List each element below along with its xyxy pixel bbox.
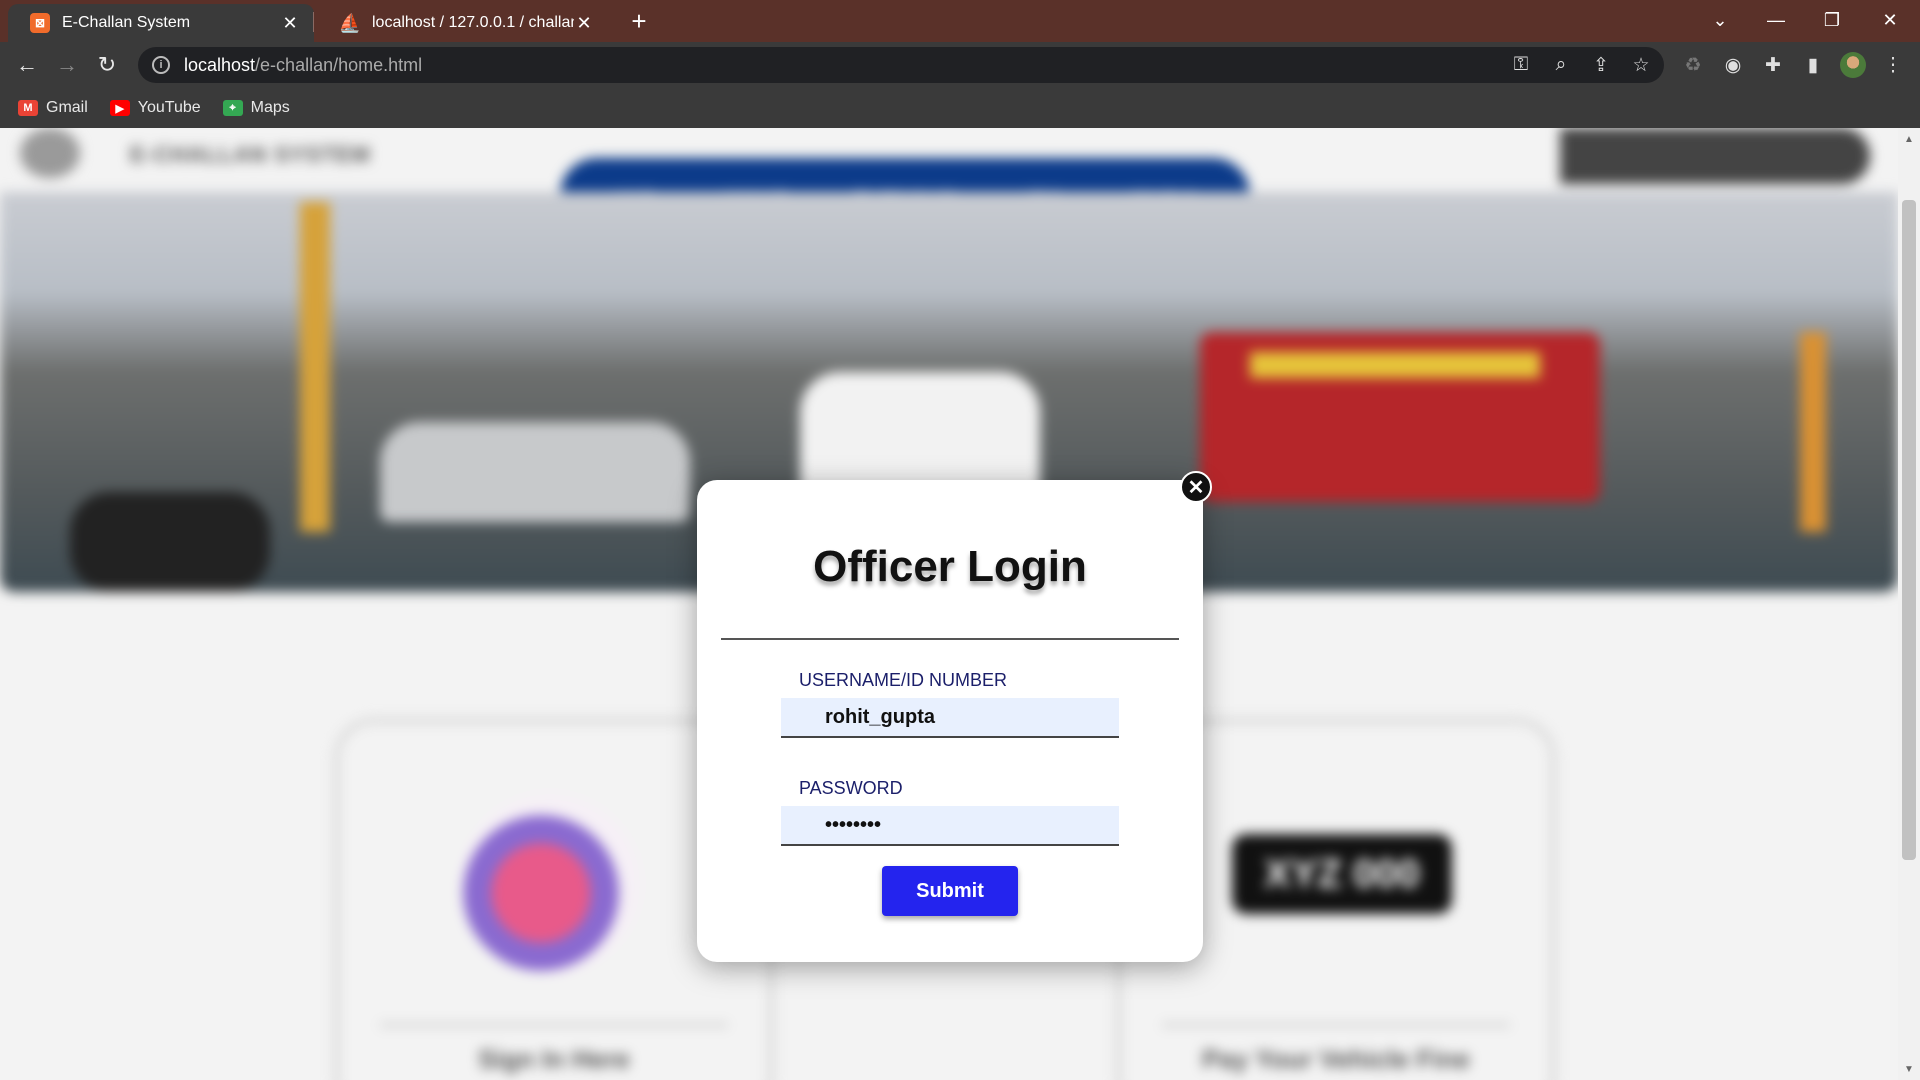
modal-close-icon[interactable]: ✕ bbox=[1180, 471, 1212, 503]
tab-search-icon[interactable]: ⌄ bbox=[1700, 0, 1740, 40]
submit-button[interactable]: Submit bbox=[882, 866, 1018, 916]
officer-login-modal: Officer Login USERNAME/ID NUMBER PASSWOR… bbox=[697, 480, 1203, 962]
tab-title: localhost / 127.0.0.1 / challan_db bbox=[372, 14, 574, 31]
modal-title: Officer Login bbox=[813, 542, 1087, 591]
card-label: Pay Your Vehicle Fine bbox=[1202, 1044, 1470, 1074]
bookmark-label: Maps bbox=[250, 99, 290, 116]
number-plate-illustration: XYZ 000 bbox=[1232, 834, 1452, 914]
bookmark-label: Gmail bbox=[46, 99, 88, 116]
window-close-icon[interactable]: ✕ bbox=[1870, 0, 1910, 40]
password-input[interactable] bbox=[781, 806, 1119, 846]
maps-icon: ⌖ bbox=[222, 100, 243, 116]
hero-car bbox=[380, 422, 690, 522]
card-divider bbox=[380, 1024, 728, 1026]
hero-pole bbox=[1800, 332, 1826, 532]
back-icon[interactable]: ← bbox=[12, 50, 42, 80]
site-title: E-CHALLAN SYSTEM bbox=[130, 142, 371, 167]
share-icon[interactable]: ⇪ bbox=[1588, 52, 1614, 78]
site-logo bbox=[20, 128, 80, 178]
scrollbar-thumb[interactable] bbox=[1902, 200, 1916, 860]
tab-phpmyadmin[interactable]: ⛵ localhost / 127.0.0.1 / challan_db ✕ bbox=[318, 4, 608, 42]
side-panel-icon[interactable]: ▮ bbox=[1800, 52, 1826, 78]
tab-title: E-Challan System bbox=[62, 14, 191, 31]
tab-separator bbox=[313, 12, 314, 32]
sign-in-illustration bbox=[460, 794, 640, 974]
bookmarks-bar: M Gmail ▶ YouTube ⌖ Maps bbox=[0, 88, 1920, 128]
address-path: /e-challan/home.html bbox=[255, 54, 423, 75]
bookmark-maps[interactable]: ⌖ Maps bbox=[222, 99, 290, 117]
new-tab-button[interactable]: + bbox=[624, 6, 654, 36]
tab-e-challan[interactable]: ⊠ E-Challan System ✕ bbox=[8, 4, 314, 42]
header-banner-image bbox=[1560, 128, 1870, 184]
address-host: localhost bbox=[184, 54, 256, 75]
address-bar[interactable]: i localhost/e-challan/home.html bbox=[138, 47, 1664, 83]
username-input[interactable] bbox=[781, 698, 1119, 738]
card-label: Sign In Here bbox=[478, 1044, 630, 1074]
reload-icon[interactable]: ↻ bbox=[92, 50, 122, 80]
zoom-icon[interactable]: ⌕ bbox=[1548, 52, 1574, 78]
youtube-icon: ▶ bbox=[109, 100, 130, 116]
password-label: PASSWORD bbox=[799, 778, 903, 798]
minimize-icon[interactable]: — bbox=[1756, 0, 1796, 40]
browser-toolbar: ← → ↻ i localhost/e-challan/home.html ⚿ … bbox=[0, 42, 1920, 88]
extension-recycle-icon[interactable]: ♻ bbox=[1680, 52, 1706, 78]
profile-avatar[interactable] bbox=[1840, 52, 1866, 78]
bookmark-youtube[interactable]: ▶ YouTube bbox=[109, 99, 201, 117]
forward-icon[interactable]: → bbox=[52, 50, 82, 80]
hero-bus-sign bbox=[1250, 352, 1540, 378]
camera-icon[interactable]: ◉ bbox=[1720, 52, 1746, 78]
bookmark-gmail[interactable]: M Gmail bbox=[18, 99, 88, 117]
menu-kebab-icon[interactable]: ⋮ bbox=[1880, 52, 1906, 78]
tab-close-icon[interactable]: ✕ bbox=[280, 13, 300, 33]
key-icon[interactable]: ⚿ bbox=[1508, 52, 1534, 78]
bookmark-star-icon[interactable]: ☆ bbox=[1628, 52, 1654, 78]
scroll-up-icon[interactable]: ▲ bbox=[1902, 132, 1916, 146]
bookmark-label: YouTube bbox=[137, 99, 201, 116]
phpmyadmin-favicon-icon: ⛵ bbox=[338, 12, 362, 33]
modal-divider bbox=[721, 638, 1179, 640]
card-divider bbox=[1162, 1024, 1510, 1026]
restore-icon[interactable]: ❐ bbox=[1812, 0, 1852, 40]
xampp-favicon-icon: ⊠ bbox=[30, 13, 50, 33]
extensions-puzzle-icon[interactable]: ✚ bbox=[1760, 52, 1786, 78]
hero-motorbike bbox=[70, 492, 270, 592]
hero-pole bbox=[300, 202, 330, 532]
tab-close-icon[interactable]: ✕ bbox=[574, 13, 594, 33]
gmail-icon: M bbox=[18, 100, 38, 116]
scroll-down-icon[interactable]: ▼ bbox=[1902, 1062, 1916, 1076]
site-info-icon[interactable]: i bbox=[152, 56, 170, 74]
browser-tab-strip: ⊠ E-Challan System ✕ ⛵ localhost / 127.0… bbox=[0, 0, 1920, 42]
username-label: USERNAME/ID NUMBER bbox=[799, 670, 1008, 690]
